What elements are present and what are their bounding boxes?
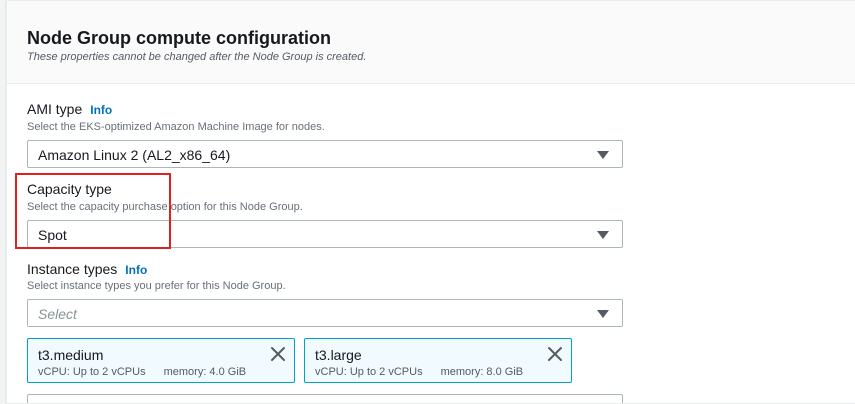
- caret-down-icon: [597, 310, 609, 318]
- caret-down-icon: [597, 231, 609, 239]
- next-field-select[interactable]: [27, 394, 623, 403]
- instance-types-label-text: Instance types: [27, 261, 118, 277]
- capacity-type-description: Select the capacity purchase option for …: [27, 201, 303, 213]
- close-icon[interactable]: [270, 346, 286, 362]
- instance-token-t3-large: t3.large vCPU: Up to 2 vCPUs memory: 8.0 …: [304, 338, 572, 383]
- token-details: vCPU: Up to 2 vCPUs memory: 4.0 GiB: [38, 366, 246, 378]
- instance-types-info-link[interactable]: Info: [125, 263, 147, 277]
- close-icon[interactable]: [547, 346, 563, 362]
- ami-type-select[interactable]: Amazon Linux 2 (AL2_x86_64): [27, 140, 623, 168]
- ami-type-selected-value: Amazon Linux 2 (AL2_x86_64): [38, 147, 231, 163]
- node-group-compute-panel: Node Group compute configuration These p…: [6, 0, 855, 404]
- token-name: t3.medium: [38, 347, 104, 363]
- instance-types-select[interactable]: Select: [27, 299, 623, 327]
- ami-type-description: Select the EKS-optimized Amazon Machine …: [27, 121, 325, 133]
- token-memory: memory: 4.0 GiB: [163, 366, 247, 378]
- ami-type-label: AMI type Info: [27, 101, 112, 117]
- instance-types-description: Select instance types you prefer for thi…: [27, 280, 286, 292]
- token-memory: memory: 8.0 GiB: [440, 366, 524, 378]
- token-name: t3.large: [315, 347, 362, 363]
- caret-down-icon: [597, 151, 609, 159]
- token-vcpu: vCPU: Up to 2 vCPUs: [38, 366, 146, 378]
- instance-types-label: Instance types Info: [27, 261, 147, 277]
- ami-type-label-text: AMI type: [27, 101, 83, 117]
- instance-token-t3-medium: t3.medium vCPU: Up to 2 vCPUs memory: 4.0…: [27, 338, 295, 383]
- ami-type-info-link[interactable]: Info: [90, 103, 112, 117]
- capacity-type-label: Capacity type: [27, 181, 112, 197]
- capacity-type-selected-value: Spot: [38, 227, 67, 243]
- panel-subtitle: These properties cannot be changed after…: [27, 51, 367, 63]
- panel-header: Node Group compute configuration These p…: [7, 1, 855, 84]
- capacity-type-select[interactable]: Spot: [27, 220, 623, 248]
- token-vcpu: vCPU: Up to 2 vCPUs: [315, 366, 423, 378]
- instance-types-placeholder: Select: [38, 306, 77, 322]
- token-details: vCPU: Up to 2 vCPUs memory: 8.0 GiB: [315, 366, 523, 378]
- panel-title: Node Group compute configuration: [27, 28, 331, 48]
